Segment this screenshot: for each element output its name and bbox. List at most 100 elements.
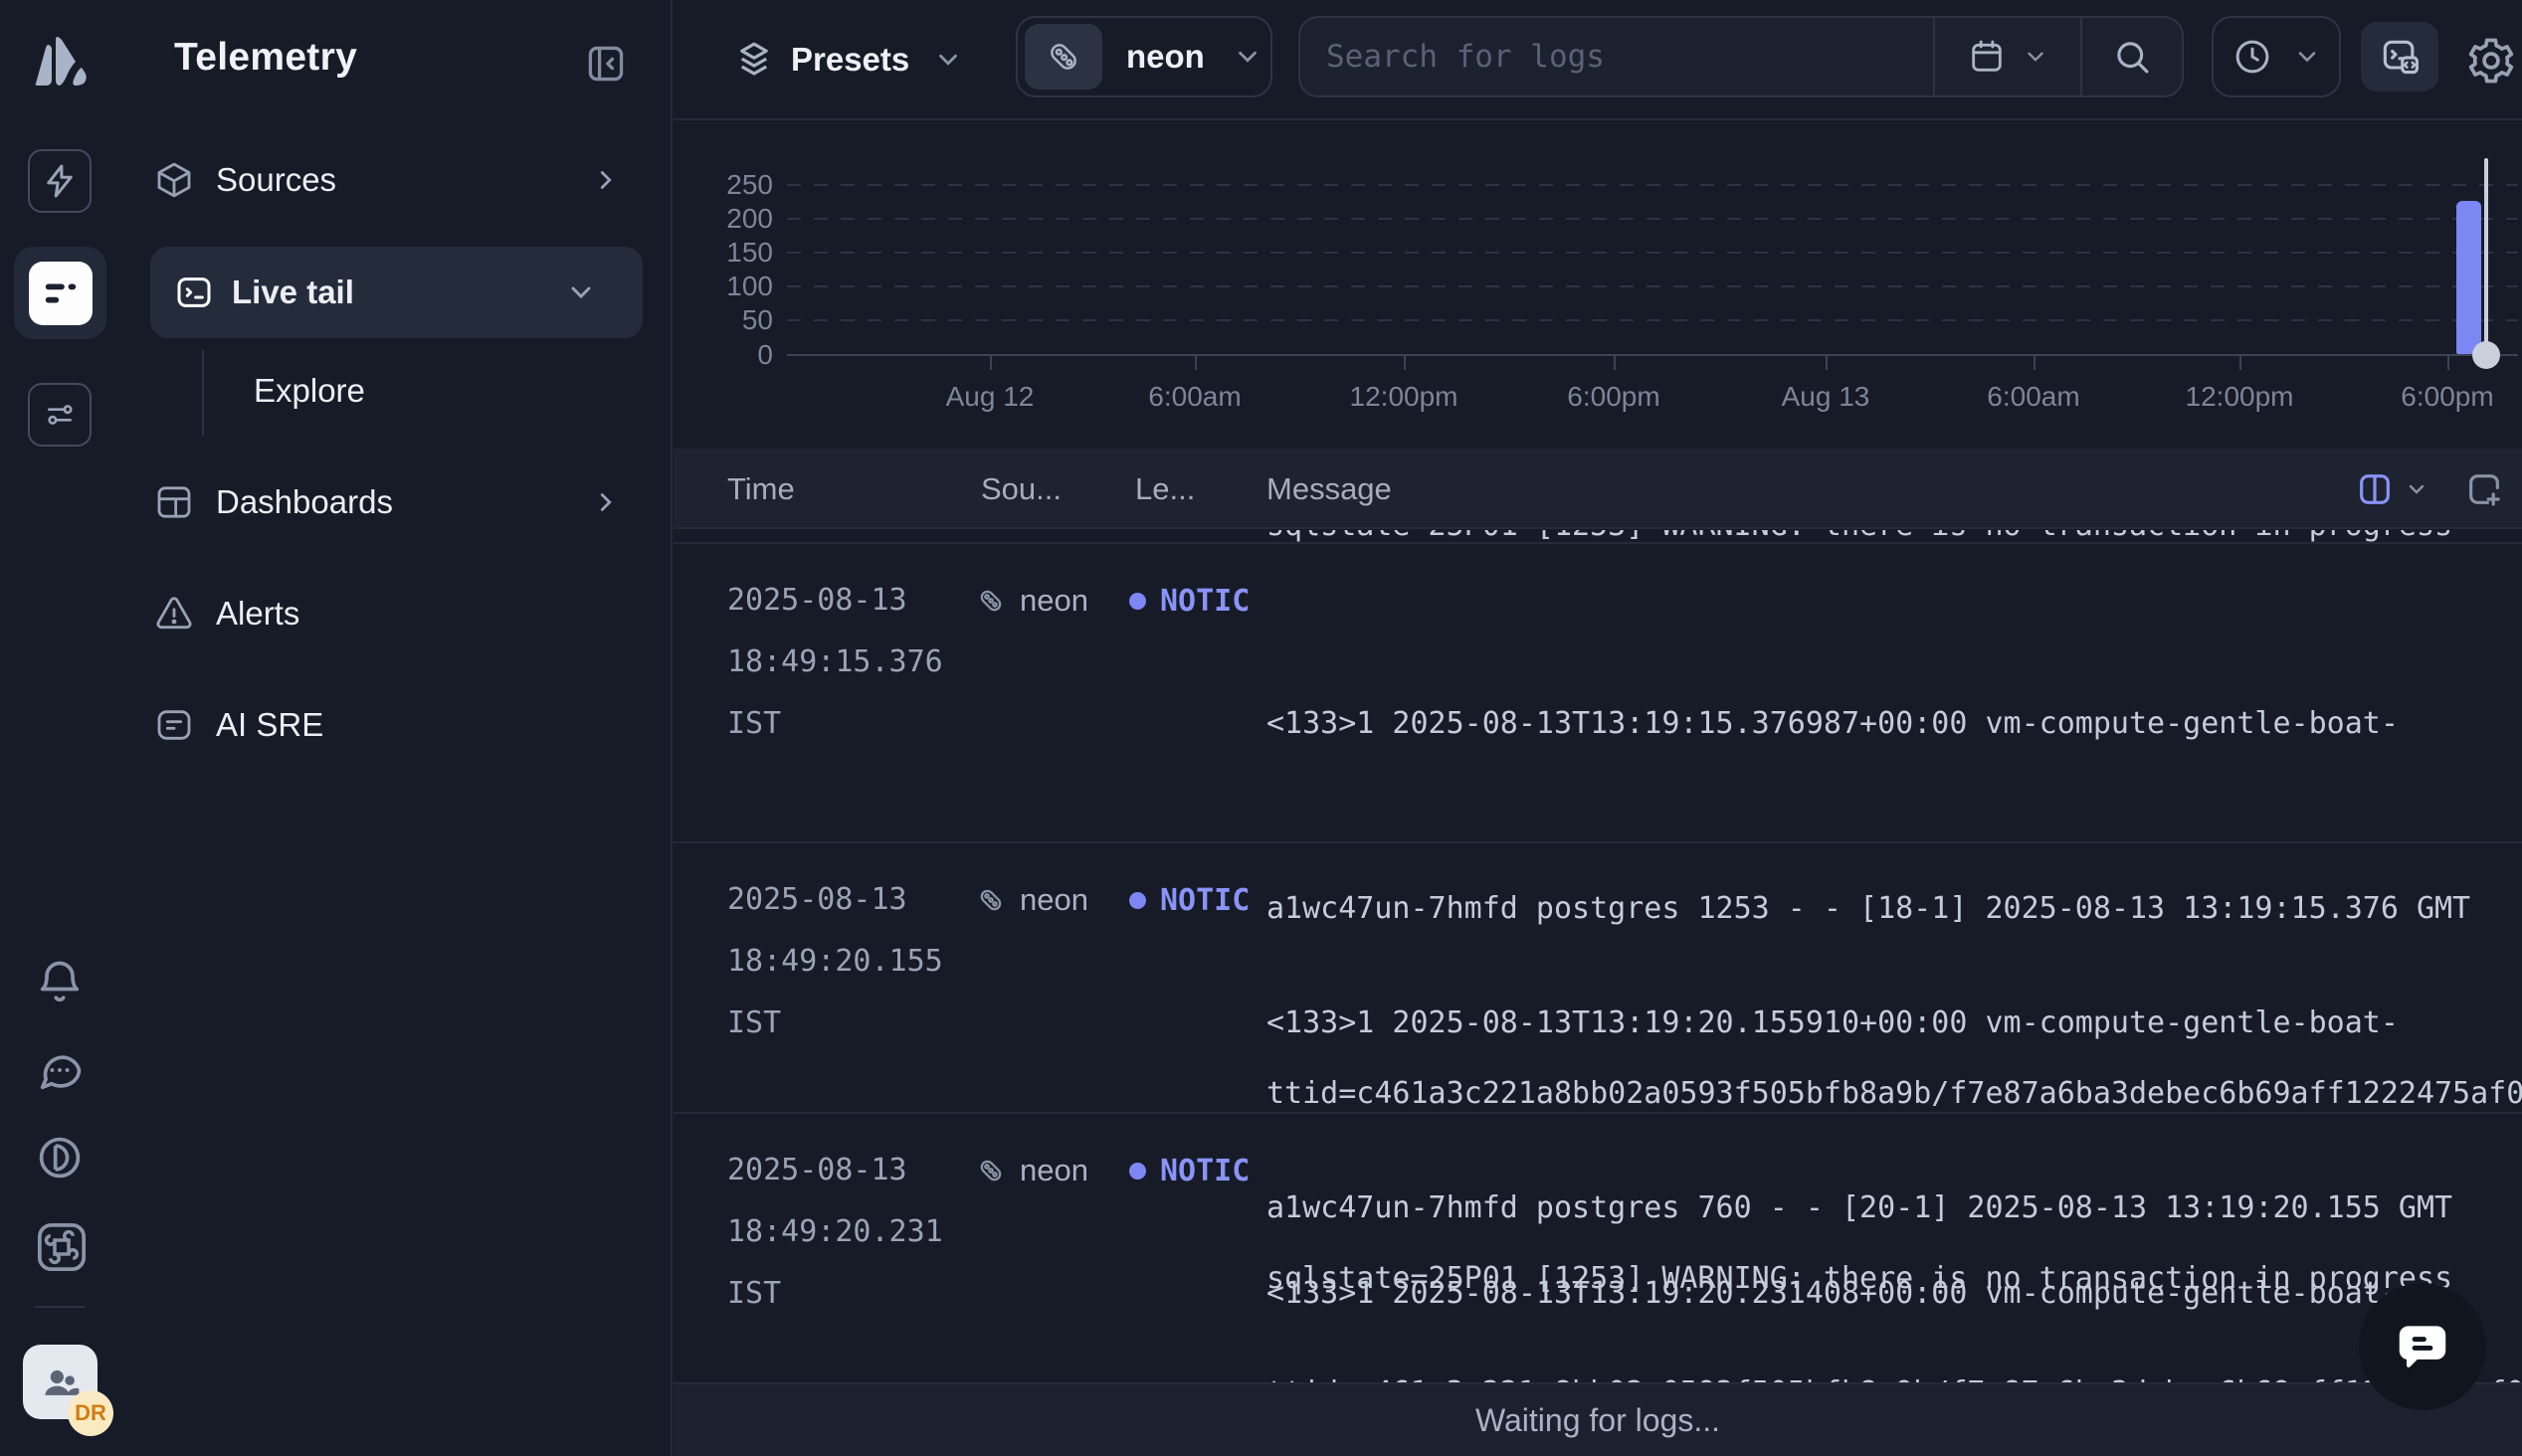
sidebar-item-label: Dashboards	[216, 483, 393, 521]
settings-gear-icon[interactable]	[2464, 34, 2518, 88]
live-cursor-dot[interactable]	[2472, 341, 2500, 369]
search-icon	[2111, 36, 2153, 78]
feedback-chat-icon[interactable]	[34, 1044, 86, 1096]
time-range-calendar-dropdown[interactable]	[1935, 16, 2080, 97]
support-chat-button[interactable]	[2359, 1283, 2486, 1410]
waiting-status-text: Waiting for logs...	[1475, 1402, 1720, 1439]
x-tick-label: 6:00am	[1115, 381, 1274, 413]
log-level: NOTIC	[1129, 570, 1250, 632]
source-selector[interactable]: neon	[1016, 16, 1272, 97]
clock-icon	[2231, 36, 2273, 78]
gridline	[787, 218, 2518, 220]
y-tick-label: 150	[687, 237, 773, 269]
source-selector-value: neon	[1126, 38, 1205, 76]
live-cursor-line[interactable]	[2484, 158, 2488, 355]
topbar: Presets neon	[674, 0, 2522, 120]
sidebar-item-dashboards[interactable]: Dashboards	[150, 467, 643, 537]
dashboards-grid-icon	[150, 482, 198, 522]
search-submit-button[interactable]	[2082, 16, 2182, 97]
y-tick-label: 0	[687, 339, 773, 371]
refresh-interval-dropdown[interactable]	[2212, 16, 2341, 97]
log-search-bar	[1298, 16, 2184, 97]
x-tick-label: 6:00pm	[1534, 381, 1693, 413]
add-column-icon[interactable]	[2464, 469, 2504, 509]
log-volume-chart[interactable]: 250 200 150 100 50 0 Aug 12 6:00am 12:00…	[674, 120, 2522, 449]
rail-divider	[34, 1306, 86, 1308]
avatar-badge: DR	[68, 1390, 113, 1436]
x-tick-label: 12:00pm	[2160, 381, 2319, 413]
presets-label: Presets	[791, 41, 909, 79]
icon-rail: DR	[0, 0, 120, 1456]
chevron-down-icon[interactable]	[2405, 477, 2428, 501]
presets-dropdown[interactable]: Presets	[733, 30, 963, 90]
nav-indent-line	[202, 350, 204, 436]
pipeline-icon	[1025, 24, 1102, 90]
collapse-panel-icon[interactable]	[580, 38, 632, 90]
chevron-right-icon	[591, 487, 621, 517]
column-header-level[interactable]: Le...	[1135, 449, 1195, 529]
x-tick-label: 6:00am	[1954, 381, 2113, 413]
column-header-source[interactable]: Sou...	[981, 449, 1062, 529]
level-dot	[1129, 1163, 1146, 1180]
x-tick-label: Aug 12	[910, 381, 1069, 413]
sidebar-item-alerts[interactable]: Alerts	[150, 579, 643, 648]
sidebar-item-label: Live tail	[232, 273, 354, 311]
chevron-down-icon	[565, 276, 597, 308]
page-title: Telemetry	[174, 36, 357, 80]
log-time: 2025-08-1318:49:15.376IST	[727, 570, 943, 755]
status-footer: Waiting for logs...	[674, 1382, 2522, 1456]
query-code-button[interactable]	[2361, 22, 2438, 91]
sidebar-item-ai-sre[interactable]: AI SRE	[150, 690, 643, 760]
notifications-bell-icon[interactable]	[34, 957, 86, 1008]
log-message: <133>1 2025-08-13T13:19:20.231408+00:00 …	[1266, 1140, 2522, 1382]
log-time: 2025-08-1318:49:20.231IST	[727, 1140, 943, 1325]
log-time: 2025-08-1318:49:20.155IST	[727, 869, 943, 1054]
search-input[interactable]	[1300, 18, 1933, 95]
command-menu-icon[interactable]	[34, 1219, 90, 1275]
gridline	[787, 285, 2518, 287]
x-tick	[1826, 356, 1828, 370]
chart-bar[interactable]	[2456, 201, 2481, 354]
log-row[interactable]: 2025-08-1318:49:15.376IST neon NOTIC <13…	[674, 542, 2522, 841]
column-header-message[interactable]: Message	[1266, 449, 1392, 529]
y-tick-label: 200	[687, 203, 773, 235]
sidebar-item-label: Sources	[216, 161, 336, 199]
gridline	[787, 184, 2518, 186]
sidebar-item-sources[interactable]: Sources	[150, 145, 643, 215]
sidebar-item-label: Explore	[254, 372, 365, 410]
log-row[interactable]: 2025-08-1318:49:20.231IST neon NOTIC <13…	[674, 1112, 2522, 1382]
settings-sliders-icon[interactable]	[28, 383, 92, 447]
x-tick-label: 6:00pm	[2368, 381, 2522, 413]
gridline	[787, 319, 2518, 321]
sidebar-item-live-tail[interactable]: Live tail	[150, 247, 643, 338]
log-table-header: Time Sou... Le... Message	[674, 449, 2522, 529]
app-logo-icon[interactable]	[28, 32, 92, 90]
columns-layout-icon[interactable]	[2355, 469, 2395, 509]
sidebar: Telemetry Sources Live tail	[120, 0, 673, 1456]
x-axis-line	[787, 354, 2518, 356]
log-source: neon	[974, 570, 1088, 632]
chat-bubble-icon	[2392, 1316, 2453, 1377]
column-header-time[interactable]: Time	[727, 449, 795, 529]
cube-icon	[150, 160, 198, 200]
chevron-down-icon	[2023, 44, 2048, 70]
pipeline-icon	[974, 1154, 1008, 1187]
theme-contrast-icon[interactable]	[34, 1132, 86, 1183]
gridline	[787, 252, 2518, 254]
sidebar-item-explore[interactable]: Explore	[254, 356, 365, 426]
x-tick	[1614, 356, 1616, 370]
message-lines-icon	[150, 705, 198, 745]
x-tick	[1404, 356, 1406, 370]
pipeline-icon	[974, 584, 1008, 618]
x-tick	[2034, 356, 2036, 370]
sidebar-item-label: Alerts	[216, 595, 299, 633]
log-row[interactable]: 2025-08-1318:49:20.155IST neon NOTIC <13…	[674, 841, 2522, 1112]
quickstart-bolt-icon[interactable]	[28, 149, 92, 213]
chevron-down-icon	[2293, 43, 2321, 71]
x-tick-label: Aug 13	[1746, 381, 1905, 413]
log-source: neon	[974, 1140, 1088, 1201]
rail-logs-active[interactable]	[14, 247, 106, 339]
chevron-down-icon	[933, 45, 963, 75]
level-dot	[1129, 892, 1146, 909]
y-tick-label: 250	[687, 169, 773, 201]
